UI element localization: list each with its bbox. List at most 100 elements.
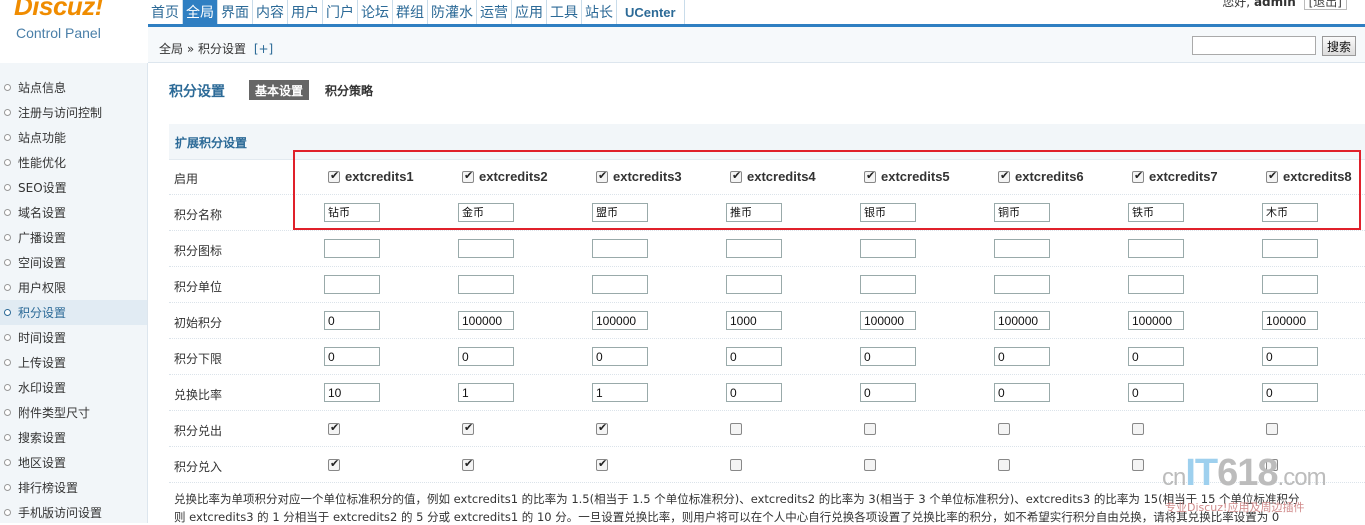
credit-icon-input[interactable]: [860, 239, 916, 258]
sidebar-item-label: SEO设置: [18, 181, 67, 195]
exchange-out-checkbox[interactable]: [328, 421, 340, 435]
bullet-icon: [4, 309, 11, 316]
exchange-out-checkbox[interactable]: [596, 421, 608, 435]
logo[interactable]: Discuz! Control Panel: [0, 0, 148, 62]
sidebar-item-label: 附件类型尺寸: [18, 406, 91, 420]
credit-unit-input[interactable]: [324, 275, 380, 294]
add-shortcut-link[interactable]: [+]: [254, 42, 273, 56]
credit-ratio-input[interactable]: 1: [458, 383, 514, 402]
sidebar-item[interactable]: 广播设置: [0, 225, 147, 250]
tab-credit-policy[interactable]: 积分策略: [319, 80, 379, 100]
credit-lower-input[interactable]: 0: [458, 347, 514, 366]
credit-lower-input[interactable]: 0: [1262, 347, 1318, 366]
credit-lower-input[interactable]: 0: [726, 347, 782, 366]
sidebar-item[interactable]: 积分设置: [0, 300, 147, 325]
logout-link[interactable]: [退出]: [1303, 0, 1347, 10]
credit-ratio-input[interactable]: 10: [324, 383, 380, 402]
credit-initial-input[interactable]: 100000: [994, 311, 1050, 330]
sidebar-item[interactable]: 时间设置: [0, 325, 147, 350]
credit-initial-input[interactable]: 100000: [458, 311, 514, 330]
credit-ratio-input[interactable]: 0: [1262, 383, 1318, 402]
nav-tools[interactable]: 工具: [547, 0, 582, 24]
exchange-in-checkbox[interactable]: [596, 457, 608, 471]
page-title: 积分设置: [169, 84, 225, 100]
credit-unit-input[interactable]: [994, 275, 1050, 294]
nav-groups[interactable]: 群组: [393, 0, 428, 24]
credit-lower-input[interactable]: 0: [1128, 347, 1184, 366]
credit-ratio-input[interactable]: 0: [1128, 383, 1184, 402]
credit-lower-input[interactable]: 0: [324, 347, 380, 366]
nav-portal[interactable]: 门户: [323, 0, 358, 24]
credit-icon-input[interactable]: [1262, 239, 1318, 258]
exchange-in-checkbox[interactable]: [998, 459, 1010, 471]
nav-users[interactable]: 用户: [288, 0, 323, 24]
nav-interface[interactable]: 界面: [218, 0, 253, 24]
credit-unit-input[interactable]: [458, 275, 514, 294]
credit-initial-input[interactable]: 100000: [592, 311, 648, 330]
sidebar-item[interactable]: 空间设置: [0, 250, 147, 275]
search-button[interactable]: 搜索: [1322, 36, 1356, 56]
credit-unit-input[interactable]: [726, 275, 782, 294]
exchange-out-checkbox[interactable]: [1132, 423, 1144, 435]
exchange-out-checkbox[interactable]: [730, 423, 742, 435]
sidebar-item[interactable]: 域名设置: [0, 200, 147, 225]
exchange-out-checkbox[interactable]: [1266, 423, 1278, 435]
exchange-out-checkbox[interactable]: [462, 421, 474, 435]
exchange-in-checkbox[interactable]: [730, 459, 742, 471]
nav-content[interactable]: 内容: [253, 0, 288, 24]
greeting: 您好,: [1222, 0, 1251, 9]
exchange-in-checkbox[interactable]: [462, 457, 474, 471]
credit-unit-input[interactable]: [1262, 275, 1318, 294]
credit-unit-input[interactable]: [860, 275, 916, 294]
sidebar-item[interactable]: 性能优化: [0, 150, 147, 175]
credit-icon-input[interactable]: [994, 239, 1050, 258]
sidebar-item[interactable]: 站点功能: [0, 125, 147, 150]
nav-apps[interactable]: 应用: [512, 0, 547, 24]
username: admin: [1253, 0, 1296, 9]
credit-initial-input[interactable]: 0: [324, 311, 380, 330]
credit-ratio-input[interactable]: 1: [592, 383, 648, 402]
credit-lower-input[interactable]: 0: [860, 347, 916, 366]
credit-icon-input[interactable]: [1128, 239, 1184, 258]
tab-basic-settings[interactable]: 基本设置: [249, 80, 310, 100]
credit-ratio-input[interactable]: 0: [994, 383, 1050, 402]
sidebar-item[interactable]: 注册与访问控制: [0, 100, 147, 125]
sidebar-item[interactable]: 站点信息: [0, 75, 147, 100]
exchange-in-checkbox[interactable]: [1132, 459, 1144, 471]
nav-operations[interactable]: 运营: [477, 0, 512, 24]
search-input[interactable]: [1192, 36, 1316, 55]
credit-icon-input[interactable]: [324, 239, 380, 258]
credit-ratio-input[interactable]: 0: [860, 383, 916, 402]
credit-initial-input[interactable]: 1000: [726, 311, 782, 330]
credit-initial-input[interactable]: 100000: [1262, 311, 1318, 330]
sidebar-item[interactable]: 上传设置: [0, 350, 147, 375]
nav-admin[interactable]: 站长: [582, 0, 617, 24]
sidebar-item[interactable]: 水印设置: [0, 375, 147, 400]
exchange-in-checkbox[interactable]: [864, 459, 876, 471]
credit-unit-input[interactable]: [592, 275, 648, 294]
credit-icon-input[interactable]: [726, 239, 782, 258]
nav-home[interactable]: 首页: [148, 0, 183, 24]
sidebar-item[interactable]: 地区设置: [0, 450, 147, 475]
credit-lower-input[interactable]: 0: [994, 347, 1050, 366]
nav-ucenter[interactable]: UCenter: [617, 0, 685, 24]
sidebar-item[interactable]: 搜索设置: [0, 425, 147, 450]
nav-anti-spam[interactable]: 防灌水: [428, 0, 477, 24]
sidebar-item[interactable]: 排行榜设置: [0, 475, 147, 500]
credit-icon-input[interactable]: [458, 239, 514, 258]
credit-initial-input[interactable]: 100000: [860, 311, 916, 330]
credit-initial-input[interactable]: 100000: [1128, 311, 1184, 330]
credit-ratio-input[interactable]: 0: [726, 383, 782, 402]
exchange-out-checkbox[interactable]: [864, 423, 876, 435]
sidebar-item[interactable]: 附件类型尺寸: [0, 400, 147, 425]
credit-unit-input[interactable]: [1128, 275, 1184, 294]
credit-lower-input[interactable]: 0: [592, 347, 648, 366]
sidebar-item[interactable]: SEO设置: [0, 175, 147, 200]
sidebar-item[interactable]: 用户权限: [0, 275, 147, 300]
credit-icon-input[interactable]: [592, 239, 648, 258]
nav-forum[interactable]: 论坛: [358, 0, 393, 24]
exchange-out-checkbox[interactable]: [998, 423, 1010, 435]
sidebar-item[interactable]: 手机版访问设置: [0, 500, 147, 525]
nav-global[interactable]: 全局: [183, 0, 218, 24]
exchange-in-checkbox[interactable]: [328, 457, 340, 471]
